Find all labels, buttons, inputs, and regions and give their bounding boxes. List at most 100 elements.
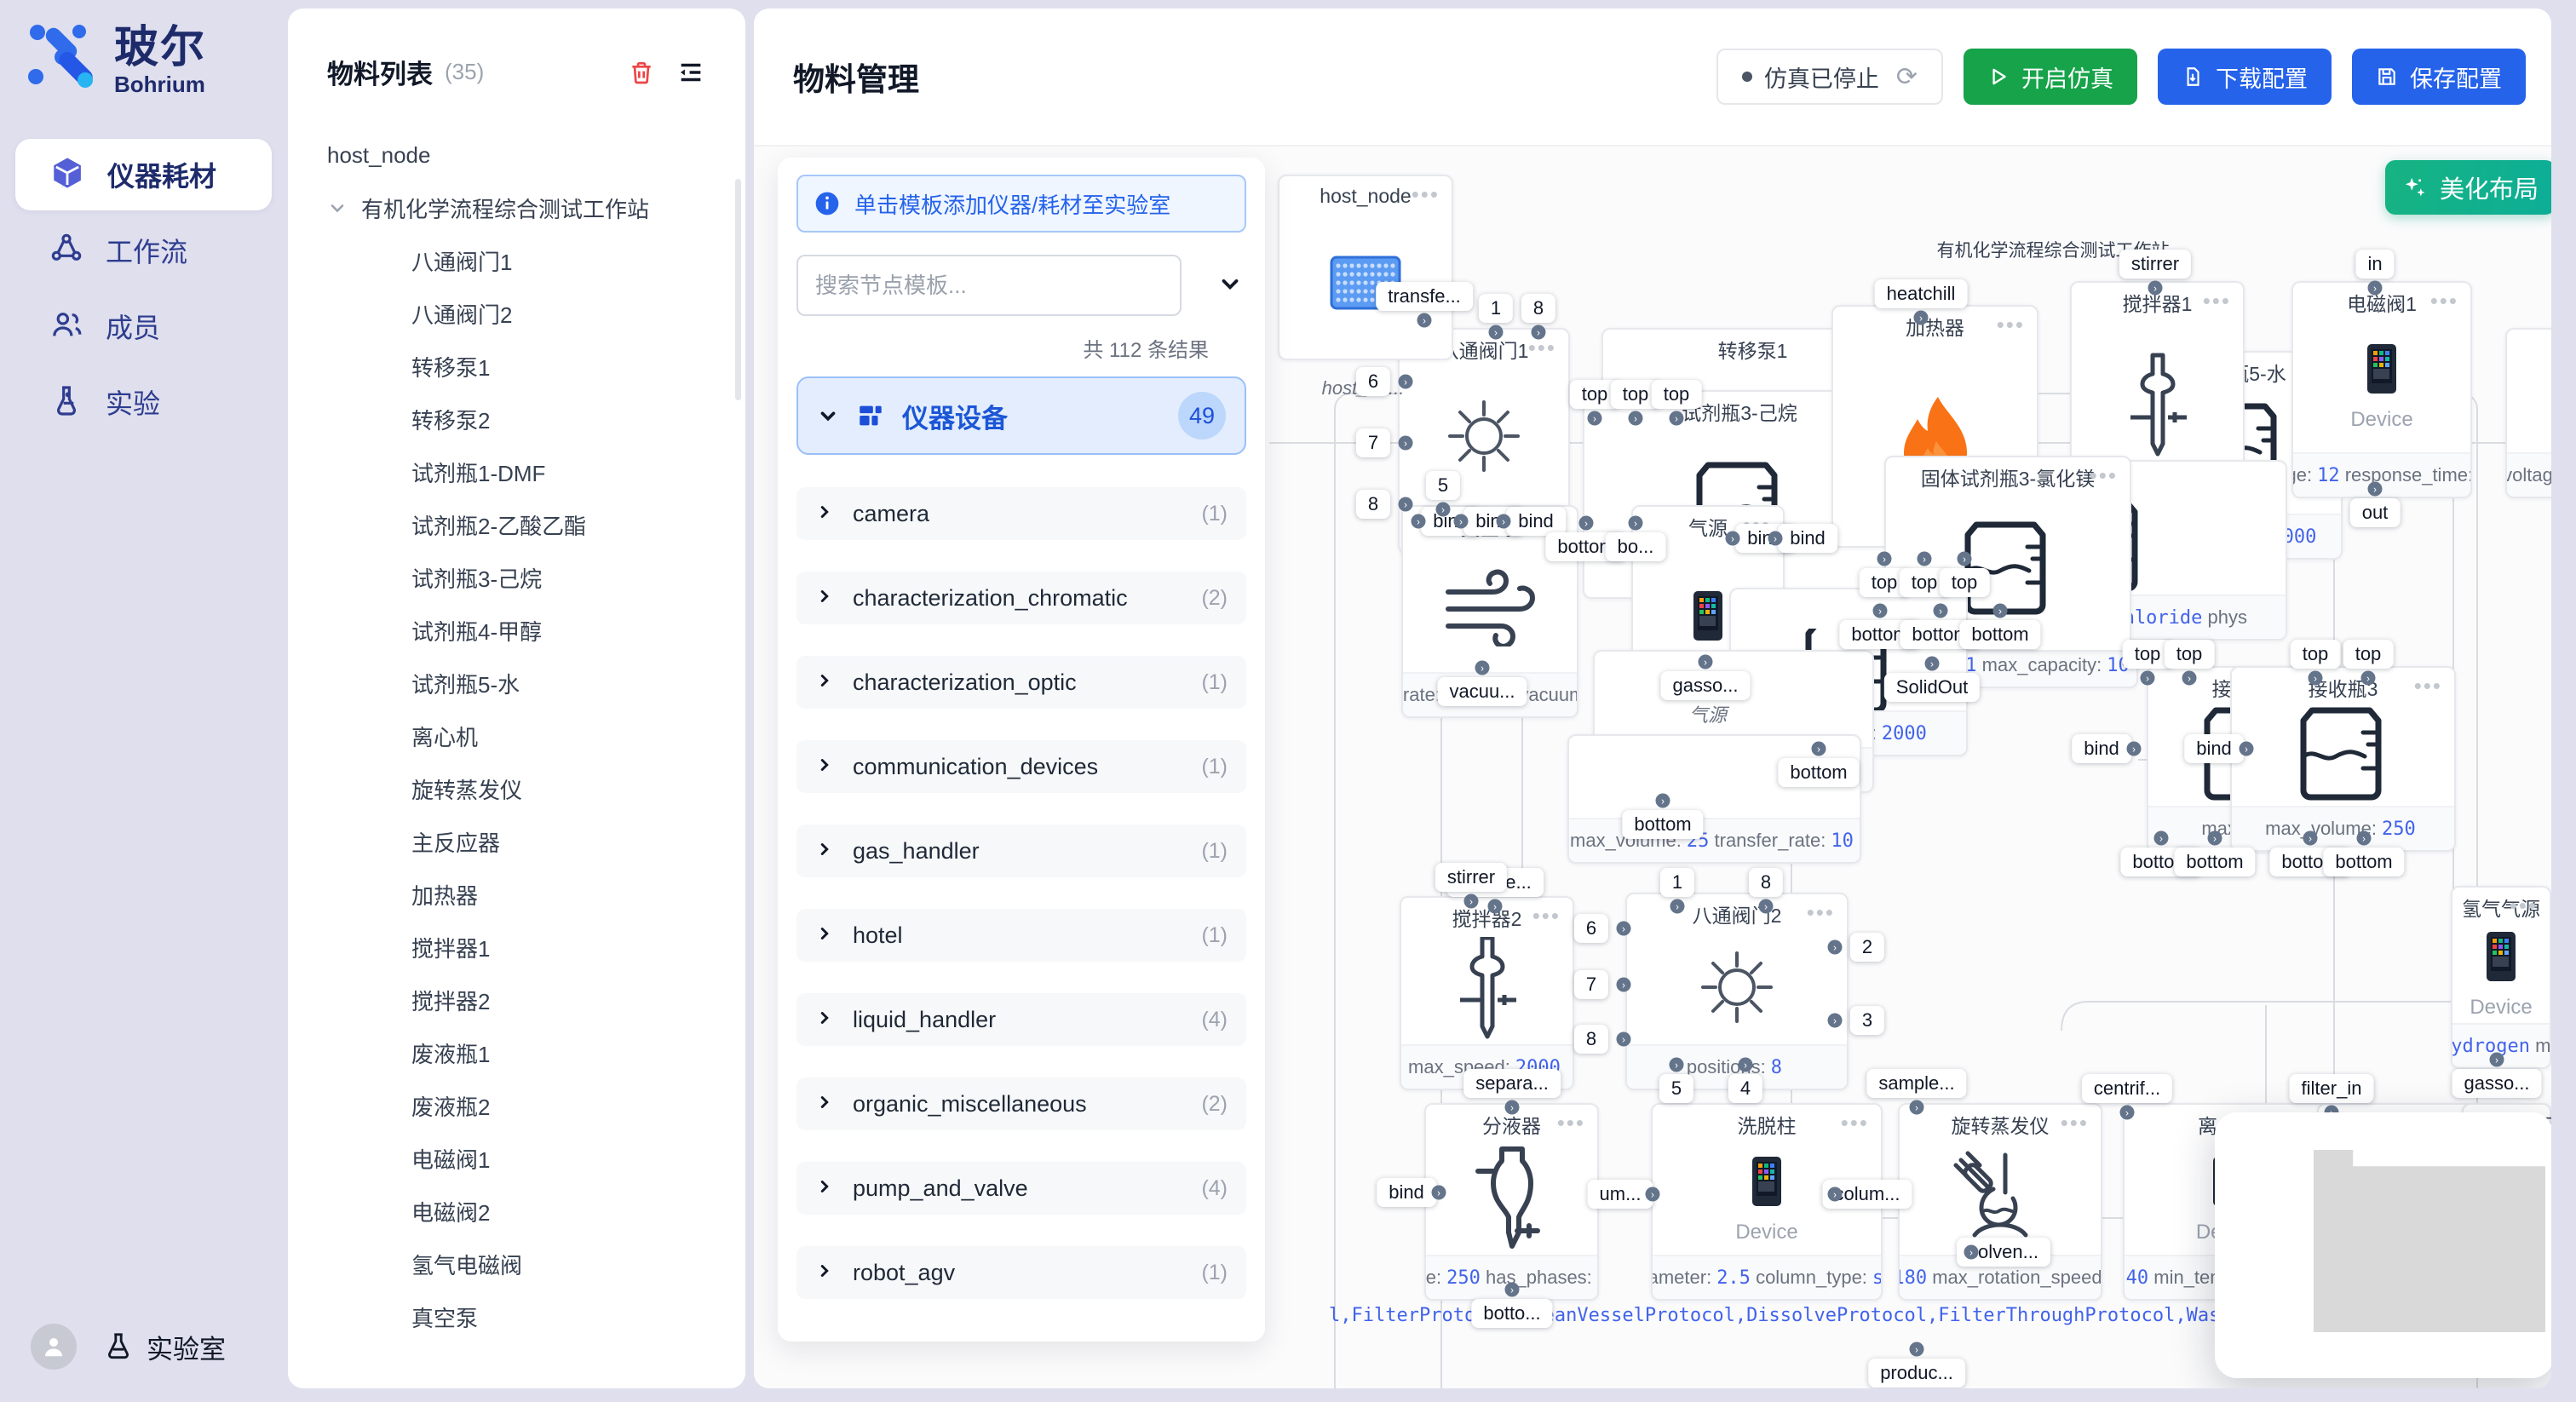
port-handle-icon[interactable]: › bbox=[1934, 604, 1948, 618]
canvas-node-氢气气源[interactable]: 氢气气源•••Device_type:hydrogen max_pre bbox=[2451, 886, 2551, 1069]
port-handle-icon[interactable]: › bbox=[1670, 411, 1684, 426]
port-top[interactable]: top bbox=[2165, 640, 2215, 669]
canvas-node-电磁阀1[interactable]: 电磁阀1•••Devicevoltage:12 response_time:0.… bbox=[2291, 281, 2472, 498]
tree-item[interactable]: 转移泵2 bbox=[327, 393, 728, 445]
tree-item[interactable]: 试剂瓶3-己烷 bbox=[327, 551, 728, 604]
port-top[interactable]: top bbox=[2291, 640, 2341, 669]
port-in[interactable]: in bbox=[2355, 250, 2394, 279]
port-handle-icon[interactable]: › bbox=[2148, 281, 2163, 296]
port-top[interactable]: top bbox=[2343, 640, 2394, 669]
port-handle-icon[interactable]: › bbox=[1629, 411, 1643, 426]
port-bind[interactable]: bind bbox=[2072, 734, 2131, 763]
start-simulation-button[interactable]: 开启仿真 bbox=[1964, 49, 2137, 105]
port-handle-icon[interactable]: › bbox=[2368, 281, 2383, 296]
group-instruments[interactable]: 仪器设备 49 bbox=[796, 376, 1246, 455]
port-handle-icon[interactable]: › bbox=[1617, 978, 1631, 992]
port-handle-icon[interactable]: › bbox=[1828, 940, 1843, 955]
port-handle-icon[interactable]: › bbox=[1488, 899, 1503, 914]
port-handle-icon[interactable]: › bbox=[2490, 1053, 2504, 1067]
node-menu-icon[interactable]: ••• bbox=[2430, 288, 2458, 314]
port-handle-icon[interactable]: › bbox=[1877, 552, 1892, 566]
port-bo[interactable]: bo... bbox=[1606, 532, 1666, 561]
port-handle-icon[interactable]: › bbox=[1629, 516, 1643, 531]
port-handle-icon[interactable]: › bbox=[1399, 375, 1413, 389]
category-row-characterization_optic[interactable]: characterization_optic(1) bbox=[796, 656, 1246, 709]
port-7[interactable]: 7 bbox=[1356, 428, 1390, 457]
node-menu-icon[interactable]: ••• bbox=[1557, 1110, 1585, 1136]
scrollbar[interactable] bbox=[735, 179, 741, 400]
port-handle-icon[interactable]: › bbox=[1759, 899, 1774, 914]
port-handle-icon[interactable]: › bbox=[2303, 831, 2318, 846]
port-gasso[interactable]: gasso... bbox=[1660, 671, 1750, 700]
avatar[interactable] bbox=[31, 1324, 77, 1370]
save-config-button[interactable]: 保存配置 bbox=[2352, 49, 2526, 105]
port-handle-icon[interactable]: › bbox=[2154, 831, 2169, 846]
beautify-layout-button[interactable]: 美化布局 bbox=[2385, 160, 2551, 215]
tree-item[interactable]: 八通阀门2 bbox=[327, 287, 728, 340]
port-handle-icon[interactable]: › bbox=[1588, 411, 1602, 426]
node-menu-icon[interactable]: ••• bbox=[1532, 903, 1561, 929]
category-row-hotel[interactable]: hotel(1) bbox=[796, 909, 1246, 962]
port-bottom[interactable]: bottom bbox=[1778, 758, 1859, 787]
category-row-gas_handler[interactable]: gas_handler(1) bbox=[796, 825, 1246, 877]
tree-item[interactable]: 电磁阀2 bbox=[327, 1185, 728, 1238]
port-handle-icon[interactable]: › bbox=[1436, 503, 1451, 517]
port-bottom[interactable]: bottom bbox=[2323, 848, 2404, 876]
tree-item[interactable]: host_node bbox=[327, 129, 728, 181]
canvas-node-分液器[interactable]: 分液器•••volume:250 has_phases:true bbox=[1424, 1103, 1599, 1301]
tree-item[interactable]: 电磁阀1 bbox=[327, 1132, 728, 1185]
port-handle-icon[interactable]: › bbox=[1910, 1342, 1924, 1357]
node-menu-icon[interactable]: ••• bbox=[2061, 1110, 2089, 1136]
port-5[interactable]: 5 bbox=[1659, 1074, 1693, 1103]
port-2[interactable]: 2 bbox=[1850, 933, 1884, 962]
port-handle-icon[interactable]: › bbox=[1646, 1187, 1660, 1202]
port-handle-icon[interactable]: › bbox=[1399, 497, 1413, 512]
port-out[interactable]: out bbox=[2350, 498, 2401, 527]
port-sample[interactable]: sample... bbox=[1866, 1069, 1966, 1098]
port-handle-icon[interactable]: › bbox=[1739, 1058, 1753, 1072]
port-produc[interactable]: produc... bbox=[1868, 1359, 1965, 1388]
tree-item[interactable]: 八通阀门1 bbox=[327, 234, 728, 287]
port-handle-icon[interactable]: › bbox=[1399, 436, 1413, 451]
port-handle-icon[interactable]: › bbox=[2357, 831, 2372, 846]
port-5[interactable]: 5 bbox=[1426, 471, 1460, 500]
port-6[interactable]: 6 bbox=[1356, 367, 1390, 396]
port-top[interactable]: top bbox=[1652, 380, 1702, 409]
port-handle-icon[interactable]: › bbox=[1505, 1283, 1520, 1297]
port-handle-icon[interactable]: › bbox=[1910, 1100, 1924, 1115]
port-handle-icon[interactable]: › bbox=[1873, 604, 1888, 618]
search-input[interactable] bbox=[796, 255, 1182, 316]
category-row-liquid_handler[interactable]: liquid_handler(4) bbox=[796, 993, 1246, 1046]
tree-item[interactable]: 氢气电磁阀 bbox=[327, 1238, 728, 1290]
port-handle-icon[interactable]: › bbox=[2368, 482, 2383, 497]
port-1[interactable]: 1 bbox=[1660, 868, 1694, 897]
port-8[interactable]: 8 bbox=[1356, 490, 1390, 519]
category-row-pump_and_valve[interactable]: pump_and_valve(4) bbox=[796, 1162, 1246, 1215]
port-handle-icon[interactable]: › bbox=[1964, 1245, 1979, 1260]
delete-button[interactable] bbox=[624, 55, 658, 89]
port-bind[interactable]: bind bbox=[1377, 1178, 1436, 1207]
node-menu-icon[interactable]: ••• bbox=[1412, 181, 1440, 208]
port-handle-icon[interactable]: › bbox=[1768, 531, 1783, 546]
port-vacuu[interactable]: vacuu... bbox=[1437, 677, 1527, 706]
tree-item[interactable]: 主反应器 bbox=[327, 815, 728, 868]
tree-item[interactable]: 旋转蒸发仪 bbox=[327, 762, 728, 815]
canvas-node[interactable]: voltage:12 bbox=[2505, 328, 2551, 498]
port-handle-icon[interactable]: › bbox=[1699, 655, 1713, 669]
port-gasso[interactable]: gasso... bbox=[2452, 1069, 2541, 1098]
port-separa[interactable]: separa... bbox=[1463, 1069, 1561, 1098]
tree-item[interactable]: 废液瓶2 bbox=[327, 1079, 728, 1132]
preview-popup[interactable] bbox=[2215, 1112, 2551, 1378]
node-menu-icon[interactable]: ••• bbox=[2510, 893, 2538, 919]
port-handle-icon[interactable]: › bbox=[2182, 671, 2197, 686]
port-handle-icon[interactable]: › bbox=[1412, 514, 1426, 529]
port-top[interactable]: top bbox=[1940, 568, 1990, 597]
node-menu-icon[interactable]: ••• bbox=[2203, 288, 2231, 314]
port-8[interactable]: 8 bbox=[1574, 1025, 1608, 1054]
port-handle-icon[interactable]: › bbox=[1464, 894, 1479, 909]
canvas-node-搅拌器2[interactable]: 搅拌器2•••max_speed:2000 bbox=[1400, 896, 1574, 1090]
port-handle-icon[interactable]: › bbox=[1925, 657, 1940, 671]
port-handle-icon[interactable]: › bbox=[2240, 742, 2254, 756]
sidebar-item-lab[interactable]: 实验室 bbox=[102, 1328, 226, 1366]
port-handle-icon[interactable]: › bbox=[2127, 742, 2142, 756]
